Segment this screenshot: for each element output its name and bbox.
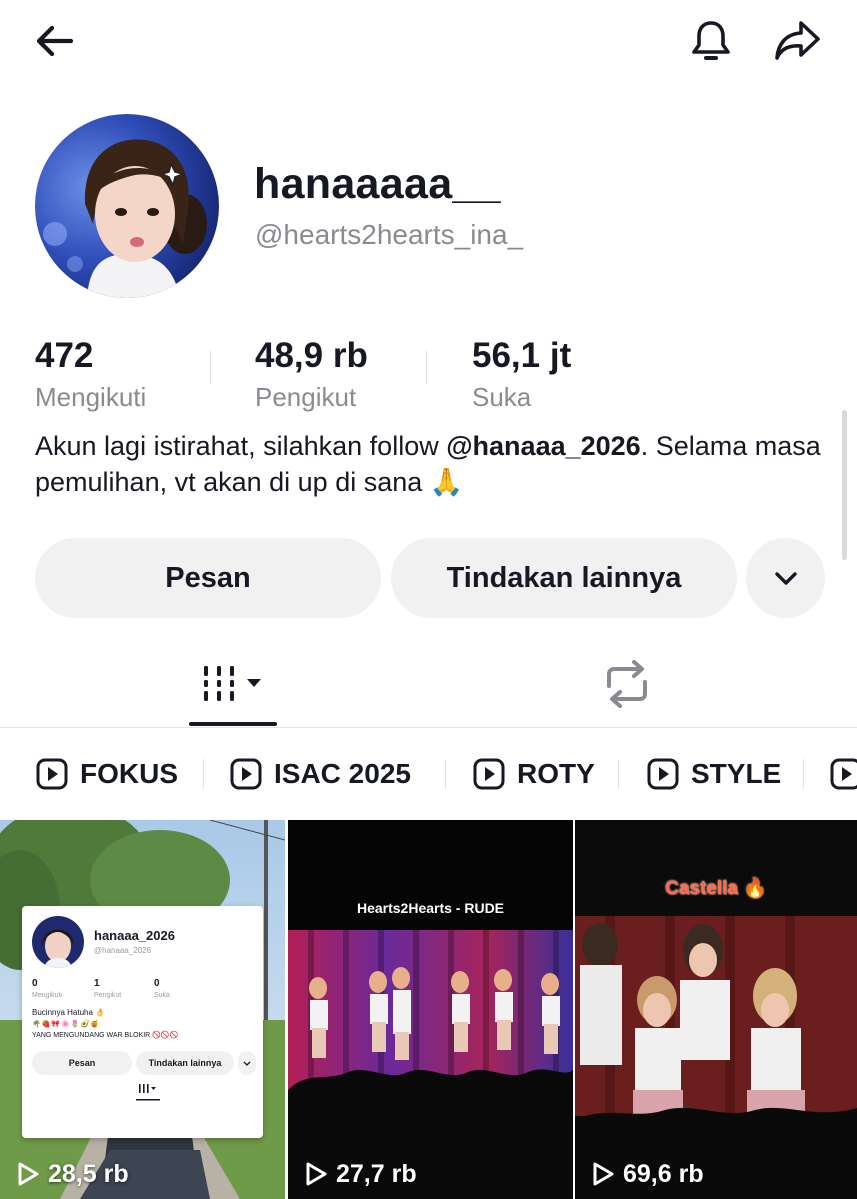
repost-icon <box>607 660 647 708</box>
back-button[interactable] <box>28 14 82 68</box>
video-thumbnail[interactable]: Castella 🔥 69,6 rb <box>575 820 857 1199</box>
mini-stat-value: 1 <box>94 978 100 989</box>
mini-more-actions-button: Tindakan lainnya <box>136 1051 234 1075</box>
view-count-text: 28,5 rb <box>48 1159 129 1188</box>
playlist-label: FOKUS <box>80 758 178 789</box>
playlist-divider <box>618 759 619 789</box>
profile-stats: 472 Mengikuti 48,9 rb Pengikut 56,1 jt S… <box>35 336 735 416</box>
playlist-chip[interactable]: ROTY <box>473 754 595 794</box>
bio-text: Akun lagi istirahat, silahkan follow <box>35 431 447 461</box>
arrow-left-icon <box>36 25 74 57</box>
mini-bio-line: Bucinnya Hatuha 👌 <box>32 1008 106 1017</box>
play-square-icon <box>830 758 857 790</box>
playlist-divider <box>445 759 446 789</box>
caret-down-icon <box>247 679 261 687</box>
video-overlay-title: Castella 🔥 <box>665 878 767 899</box>
thumbnail-image <box>288 820 573 1199</box>
stat-following[interactable]: 472 Mengikuti <box>35 336 146 413</box>
playlist-label: ISAC 2025 <box>274 758 411 789</box>
mini-message-button: Pesan <box>32 1051 132 1075</box>
play-outline-icon <box>306 1162 327 1186</box>
view-count-text: 27,7 rb <box>336 1159 417 1188</box>
scrollbar[interactable] <box>842 410 847 560</box>
mini-stat-label: Pengikut <box>94 992 122 999</box>
stat-label: Pengikut <box>255 382 357 412</box>
stat-divider <box>426 350 427 384</box>
stat-value: 472 <box>35 336 94 375</box>
playlist-label: STYLE <box>691 758 782 789</box>
more-actions-button[interactable]: Tindakan lainnya <box>391 538 737 618</box>
message-button[interactable]: Pesan <box>35 538 381 618</box>
play-square-icon <box>230 758 262 790</box>
view-count-text: 69,6 rb <box>623 1159 704 1188</box>
mini-stat-label: Suka <box>154 992 170 999</box>
mini-handle: @hanaaa_2026 <box>94 946 152 955</box>
playlist-divider <box>203 759 204 789</box>
video-thumbnail[interactable]: hanaaa_2026 @hanaaa_2026 0 Mengikuti 1 P… <box>0 820 285 1199</box>
mini-stat-label: Mengikuti <box>32 992 62 999</box>
share-button[interactable] <box>770 14 824 68</box>
video-grid: hanaaa_2026 @hanaaa_2026 0 Mengikuti 1 P… <box>0 820 857 1199</box>
view-count: 28,5 rb <box>16 1161 129 1187</box>
playlist-chip[interactable]: STYLE <box>647 754 781 794</box>
chevron-down-icon <box>774 572 797 585</box>
tab-videos[interactable] <box>189 640 277 728</box>
stat-divider <box>210 350 211 384</box>
message-button-label: Pesan <box>165 561 251 594</box>
dropdown-button[interactable] <box>746 538 825 618</box>
mini-bio-emoji-line: 🌴🍓🎀🌸🌷🥑🍯 <box>32 1021 101 1028</box>
tab-reposts[interactable] <box>580 640 674 728</box>
username-handle: @hearts2hearts_ina_ <box>255 219 524 250</box>
view-count: 69,6 rb <box>591 1161 704 1187</box>
mini-grid-icon <box>136 1084 160 1101</box>
playlist-chip-partial[interactable] <box>830 754 857 794</box>
mini-display-name: hanaaa_2026 <box>94 928 175 943</box>
mini-bio-line: YANG MENGUNDANG WAR BLOKIR 🚫🚫🚫 <box>32 1032 179 1039</box>
mini-dropdown-button <box>238 1051 256 1075</box>
avatar[interactable] <box>35 114 219 298</box>
stat-value: 56,1 jt <box>472 336 572 375</box>
top-bar <box>0 0 857 90</box>
playlist-row: FOKUS ISAC 2025 ROTY STYLE <box>0 742 857 804</box>
video-overlay-title: Hearts2Hearts - RUDE <box>356 900 505 916</box>
play-outline-icon <box>18 1162 39 1186</box>
content-tabs <box>0 640 857 728</box>
stat-label: Mengikuti <box>35 382 147 412</box>
chevron-down-icon <box>243 1061 251 1066</box>
share-arrow-icon <box>775 21 820 60</box>
stat-label: Suka <box>472 382 532 412</box>
mini-stat-value: 0 <box>32 978 38 989</box>
grid-bars-icon <box>204 666 261 701</box>
playlist-chip[interactable]: FOKUS <box>36 754 178 794</box>
stat-followers[interactable]: 48,9 rb Pengikut <box>255 336 368 413</box>
bio-mention-link[interactable]: @hanaaa_2026 <box>446 431 640 461</box>
view-count: 27,7 rb <box>304 1161 417 1187</box>
mini-avatar <box>32 916 84 968</box>
more-actions-label: Tindakan lainnya <box>446 561 682 594</box>
playlist-chip[interactable]: ISAC 2025 <box>230 754 411 794</box>
play-square-icon <box>36 758 68 790</box>
play-square-icon <box>647 758 679 790</box>
profile-bio: Akun lagi istirahat, silahkan follow @ha… <box>35 428 825 500</box>
playlist-divider <box>803 759 804 789</box>
display-name: hanaaaaa__ <box>254 160 501 208</box>
video-thumbnail[interactable]: Hearts2Hearts - RUDE 27,7 rb <box>288 820 573 1199</box>
mini-stat-value: 0 <box>154 978 160 989</box>
bell-icon <box>692 21 730 60</box>
playlist-label: ROTY <box>517 758 595 789</box>
notification-button[interactable] <box>684 14 738 68</box>
stat-likes[interactable]: 56,1 jt Suka <box>472 336 571 413</box>
active-tab-indicator <box>189 722 277 726</box>
stat-value: 48,9 rb <box>255 336 368 375</box>
play-outline-icon <box>593 1162 614 1186</box>
play-square-icon <box>473 758 505 790</box>
profile-screenshot-card: hanaaa_2026 @hanaaa_2026 0 Mengikuti 1 P… <box>22 906 263 1138</box>
